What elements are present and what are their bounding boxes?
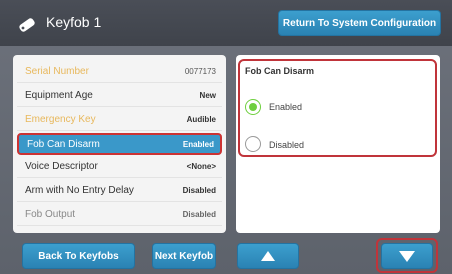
row-equipment-age[interactable]: Equipment Age New (17, 85, 222, 107)
row-label: Fob Can Disarm (27, 138, 100, 150)
back-to-keyfobs-button[interactable]: Back To Keyfobs (22, 243, 135, 269)
row-value: Enabled (182, 139, 214, 149)
radio-enabled[interactable] (245, 99, 261, 115)
row-value: Audible (186, 115, 216, 124)
row-label: Serial Number (25, 66, 89, 77)
option-label-disabled[interactable]: Disabled (269, 140, 304, 150)
key-icon (19, 18, 35, 32)
detail-title: Fob Can Disarm (245, 66, 315, 76)
row-label: Voice Descriptor (25, 161, 98, 172)
row-label: Fob Output (25, 209, 76, 220)
row-value: 0077173 (184, 67, 216, 76)
row-label: Equipment Age (25, 90, 93, 101)
return-to-system-configuration-button[interactable]: Return To System Configuration (278, 10, 441, 36)
scroll-up-button[interactable] (237, 243, 299, 269)
row-fob-can-disarm[interactable]: Fob Can Disarm Enabled (17, 133, 222, 155)
row-label: Arm with No Entry Delay (25, 185, 134, 196)
row-serial-number: Serial Number 0077173 (17, 61, 222, 83)
next-keyfob-button[interactable]: Next Keyfob (152, 243, 216, 269)
option-label-enabled[interactable]: Enabled (269, 102, 302, 112)
row-label: Emergency Key (25, 114, 96, 125)
settings-list: Serial Number 0077173 Equipment Age New … (13, 55, 226, 233)
row-value: Disabled (182, 210, 216, 219)
down-button-highlight (376, 238, 438, 273)
row-voice-descriptor[interactable]: Voice Descriptor <None> (17, 156, 222, 178)
row-arm-no-entry-delay[interactable]: Arm with No Entry Delay Disabled (17, 180, 222, 202)
top-bar: Keyfob 1 Return To System Configuration (0, 0, 452, 46)
row-value: New (199, 91, 216, 100)
radio-disabled[interactable] (245, 136, 261, 152)
row-value: <None> (186, 162, 216, 171)
page-title: Keyfob 1 (46, 14, 102, 30)
up-arrow-icon (261, 251, 275, 261)
row-emergency-key[interactable]: Emergency Key Audible (17, 109, 222, 131)
row-fob-output[interactable]: Fob Output Disabled (17, 204, 222, 226)
row-value: Disabled (182, 186, 216, 195)
